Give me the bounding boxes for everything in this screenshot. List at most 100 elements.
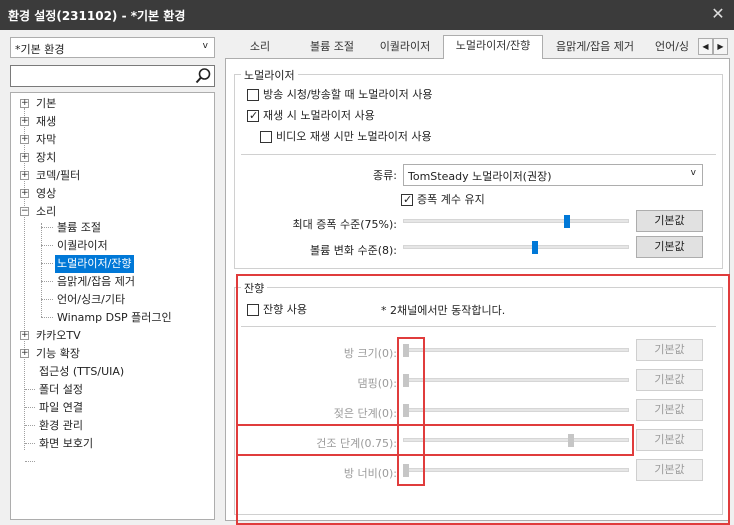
tree-item-label: 장치 (36, 151, 57, 164)
tab-scroll: ◀ ▶ (698, 38, 728, 55)
damping-slider-thumb[interactable] (403, 374, 409, 387)
tree-item-label: 자막 (36, 133, 57, 146)
tree-item-label: 노멀라이저/잔향 (55, 255, 134, 273)
room-size-slider-track[interactable] (403, 348, 629, 352)
tab-sound[interactable]: 소리 (225, 37, 295, 59)
max-gain-slider-thumb[interactable] (564, 215, 570, 228)
expand-plus-icon[interactable]: + (20, 331, 29, 340)
tab-equalizer[interactable]: 이퀄라이저 (369, 37, 441, 59)
tree-item-label: 영상 (36, 187, 57, 200)
checkbox-label: 잔향 사용 (263, 303, 307, 316)
separator (241, 154, 716, 155)
wet-level-slider-track[interactable] (403, 408, 629, 412)
expand-plus-icon[interactable]: + (20, 153, 29, 162)
room-size-default-button[interactable]: 기본값 (636, 339, 703, 361)
damping-label: 댐핑(0): (357, 377, 397, 390)
collapse-minus-icon[interactable]: − (20, 207, 29, 216)
tree-line (41, 227, 53, 228)
type-label: 종류: (373, 169, 397, 182)
tree-item-label: 파일 연결 (39, 401, 83, 414)
tree-line (41, 317, 53, 318)
room-width-slider-thumb[interactable] (403, 464, 409, 477)
checkbox-label: 재생 시 노멀라이저 사용 (263, 109, 375, 122)
expand-plus-icon[interactable]: + (20, 99, 29, 108)
tree-line (25, 389, 35, 390)
room-size-label: 방 크기(0): (343, 347, 397, 360)
dry-level-slider-thumb[interactable] (568, 434, 574, 447)
search-icon[interactable] (194, 67, 212, 85)
tree-line (25, 443, 35, 444)
title-bar: 환경 설정(231102) - *기본 환경 ✕ (0, 0, 734, 30)
dry-level-slider-track[interactable] (403, 438, 629, 442)
normalizer-group-title: 노멀라이저 (241, 67, 298, 83)
expand-plus-icon[interactable]: + (20, 189, 29, 198)
tree-item-label: 화면 보호기 (39, 437, 94, 450)
tree-item-label: 기본 (36, 97, 57, 110)
chevron-down-icon: v (690, 168, 696, 178)
window-title: 환경 설정(231102) - *기본 환경 (8, 9, 186, 23)
tree-line (25, 461, 35, 462)
tab-scroll-left-icon[interactable]: ◀ (698, 38, 713, 55)
expand-plus-icon[interactable]: + (20, 171, 29, 180)
max-gain-default-button[interactable]: 기본값 (636, 210, 703, 232)
tree-line (25, 407, 35, 408)
expand-plus-icon[interactable]: + (20, 349, 29, 358)
damping-slider-track[interactable] (403, 378, 629, 382)
tab-clarity-noise[interactable]: 음맑게/잡음 제거 (545, 37, 645, 59)
wet-level-slider-thumb[interactable] (403, 404, 409, 417)
tree-item-label: 환경 관리 (39, 419, 83, 432)
tree-line (41, 281, 53, 282)
preset-value: *기본 환경 (15, 43, 65, 56)
search-input[interactable] (13, 68, 191, 84)
expand-plus-icon[interactable]: + (20, 117, 29, 126)
expand-plus-icon[interactable]: + (20, 135, 29, 144)
tab-page: 노멀라이저 방송 시청/방송할 때 노멀라이저 사용 재생 시 노멀라이저 사용… (225, 59, 730, 521)
room-size-slider-thumb[interactable] (403, 344, 409, 357)
max-gain-slider-track[interactable] (403, 219, 629, 223)
normalizer-type-value: TomSteady 노멀라이저(권장) (408, 170, 552, 183)
tree-item-label: 코덱/필터 (36, 169, 81, 182)
tree-item-label: 볼륨 조절 (57, 221, 101, 234)
checkbox-box-checked[interactable] (247, 108, 259, 124)
tree-item-label: 접근성 (TTS/UIA) (39, 365, 125, 378)
settings-tree: + 기본 + 재생 + 자막 + 장치 + 코덱/필터 + 영상 − 소리 볼륨… (10, 92, 215, 520)
tree-line (25, 425, 35, 426)
tab-scroll-right-icon[interactable]: ▶ (713, 38, 728, 55)
close-icon[interactable]: ✕ (708, 4, 728, 24)
max-gain-label: 최대 증폭 수준(75%): (292, 218, 397, 231)
checkbox-label: 방송 시청/방송할 때 노멀라이저 사용 (263, 88, 433, 101)
normalizer-type-dropdown[interactable]: TomSteady 노멀라이저(권장) v (403, 164, 703, 186)
room-width-default-button[interactable]: 기본값 (636, 459, 703, 481)
tab-language[interactable]: 언어/싱 (647, 37, 697, 59)
tree-line (41, 263, 53, 264)
tree-item-label: 카카오TV (36, 329, 81, 342)
tree-item-label: 폴더 설정 (39, 383, 83, 396)
volume-change-default-button[interactable]: 기본값 (636, 236, 703, 258)
separator (241, 326, 716, 327)
tab-volume[interactable]: 볼륨 조절 (297, 37, 367, 59)
checkbox-box[interactable] (247, 304, 259, 316)
reverb-group-title: 잔향 (241, 280, 268, 296)
reverb-channel-note: * 2채널에서만 동작합니다. (381, 304, 506, 317)
tree-line (41, 299, 53, 300)
tree-item-label: 기능 확장 (36, 347, 80, 360)
reverb-group: 잔향 잔향 사용 * 2채널에서만 동작합니다. 방 크기(0): 기본값 댐핑… (234, 280, 723, 515)
preset-dropdown[interactable]: *기본 환경 v (10, 37, 215, 58)
chevron-down-icon: v (202, 41, 208, 51)
dry-level-default-button[interactable]: 기본값 (636, 429, 703, 451)
tree-item-label: 음맑게/잡음 제거 (57, 275, 136, 288)
dialog-client: *기본 환경 v + 기본 + 재생 + 자막 + 장치 + 코덱/필터 + 영… (0, 30, 734, 525)
tree-line (41, 223, 42, 317)
checkbox-box[interactable] (260, 131, 272, 143)
damping-default-button[interactable]: 기본값 (636, 369, 703, 391)
room-width-label: 방 너비(0): (343, 467, 397, 480)
checkbox-label: 증폭 계수 유지 (417, 193, 485, 206)
checkbox-box-checked[interactable] (401, 192, 413, 208)
tab-normalizer-reverb[interactable]: 노멀라이저/잔향 (443, 35, 543, 60)
room-width-slider-track[interactable] (403, 468, 629, 472)
volume-change-slider-thumb[interactable] (532, 241, 538, 254)
tree-item-label: 언어/싱크/기타 (57, 293, 126, 306)
wet-level-default-button[interactable]: 기본값 (636, 399, 703, 421)
checkbox-box[interactable] (247, 89, 259, 101)
volume-change-slider-track[interactable] (403, 245, 629, 249)
